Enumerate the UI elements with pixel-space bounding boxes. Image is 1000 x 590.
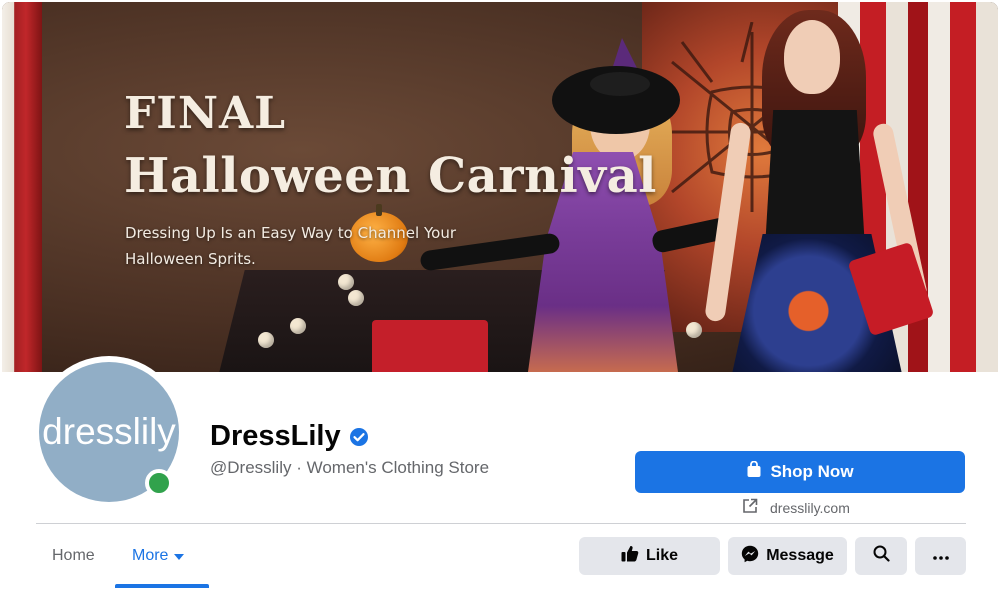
model-2-head <box>784 20 840 94</box>
page-handle-category: @Dresslily · Women's Clothing Store <box>210 458 490 477</box>
tab-home-label: Home <box>52 547 95 564</box>
shopping-bag-icon <box>746 460 762 483</box>
caret-down-icon <box>174 547 185 565</box>
verified-badge-icon <box>349 427 369 447</box>
cover-title-line-1: FINAL <box>124 88 287 139</box>
tab-home[interactable]: Home <box>52 536 95 576</box>
website-url: dresslily.com <box>770 499 850 516</box>
decor-ball <box>338 274 354 290</box>
messenger-icon <box>741 545 759 568</box>
more-options-button[interactable] <box>915 537 966 575</box>
decor-ball <box>258 332 274 348</box>
model-2-top <box>765 110 865 240</box>
red-handbag <box>372 320 488 372</box>
like-label: Like <box>645 547 678 564</box>
witch-hat <box>552 38 680 134</box>
decor-ball <box>290 318 306 334</box>
like-button[interactable]: Like <box>579 537 720 575</box>
page-title-row: DressLily <box>210 420 369 453</box>
tab-more-label: More <box>132 547 169 564</box>
tab-more[interactable]: More <box>132 536 185 576</box>
website-link[interactable]: dresslily.com <box>742 498 850 517</box>
active-tab-indicator <box>115 584 209 588</box>
search-icon <box>873 545 890 567</box>
thumbs-up-icon <box>621 545 639 567</box>
cover-title-line-2: Halloween Carnival <box>124 148 657 204</box>
message-button[interactable]: Message <box>728 537 847 575</box>
cover-subtitle: Dressing Up Is an Easy Way to Channel Yo… <box>125 224 456 268</box>
more-dots-icon <box>932 547 949 565</box>
search-button[interactable] <box>855 537 907 575</box>
online-status-dot <box>145 469 173 497</box>
divider <box>36 523 966 524</box>
message-label: Message <box>766 547 834 564</box>
external-link-icon <box>742 498 758 517</box>
cover-photo[interactable]: FINAL Halloween Carnival Dressing Up Is … <box>2 2 998 372</box>
shop-now-label: Shop Now <box>770 462 854 481</box>
avatar-logo-text: dresslily <box>42 411 176 452</box>
curtain-left <box>2 2 42 372</box>
page-title[interactable]: DressLily <box>210 420 341 453</box>
shop-now-button[interactable]: Shop Now <box>635 451 965 493</box>
decor-ball <box>348 290 364 306</box>
decor-ball <box>686 322 702 338</box>
